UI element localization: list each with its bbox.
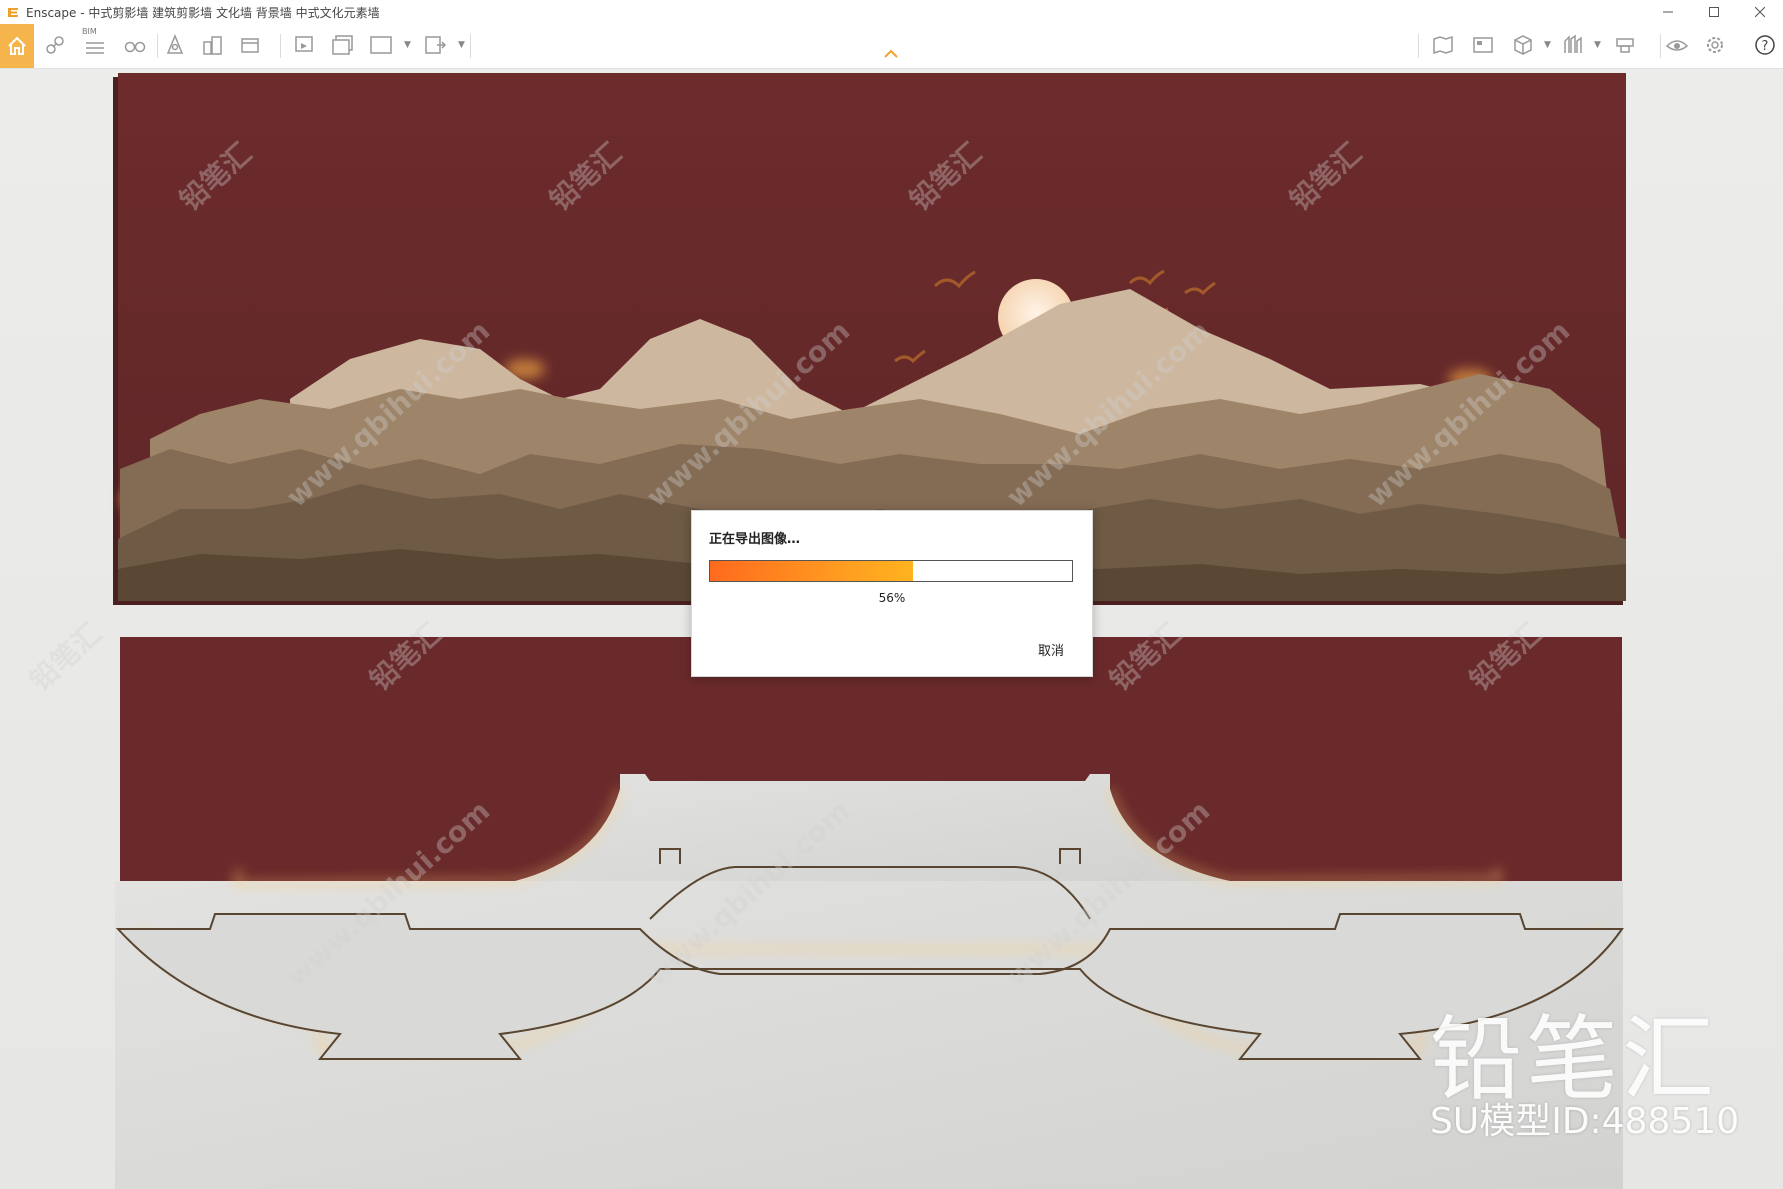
title-bar: Enscape - 中式剪影墙 建筑剪影墙 文化墙 背景墙 中式文化元素墙 [0,0,1783,24]
video-editor-button[interactable] [236,30,266,60]
settings-button[interactable] [1700,30,1730,60]
screenshot-icon [295,36,313,52]
help-icon: ? [1755,35,1775,55]
dialog-title: 正在导出图像… [709,532,801,547]
minimize-button[interactable] [1645,0,1691,24]
render-image-button[interactable] [290,30,320,60]
progress-bar [709,560,1073,582]
site-context-button[interactable] [198,30,228,60]
object-dropdown-icon[interactable]: ▼ [1544,40,1551,50]
link-icon [46,36,64,54]
panorama-dropdown-icon[interactable]: ▼ [404,40,411,50]
asset-library-button[interactable] [1468,30,1498,60]
maximize-icon [1709,7,1719,17]
bim-list-button[interactable] [80,30,110,60]
progress-percentage: 56% [878,591,906,605]
film-icon [241,38,259,53]
home-icon [8,36,26,55]
enscape-logo-icon [8,8,18,17]
hat-icon [1616,38,1634,53]
panorama-button[interactable] [368,30,398,60]
object-button[interactable] [1508,30,1538,60]
settings-icon [1707,37,1723,53]
sync-button[interactable] [1610,30,1640,60]
cancel-button[interactable]: 取消 [1030,637,1072,662]
batch-render-button[interactable] [328,30,358,60]
export-progress-dialog: 正在导出图像… 56% 取消 [691,510,1093,677]
material-icon [1564,34,1582,53]
link-button[interactable] [40,30,70,60]
panorama-360-icon [370,36,392,54]
minimize-icon [1663,11,1673,13]
binoculars-icon [124,41,146,53]
export-dropdown-icon[interactable]: ▼ [458,40,465,50]
progress-fill [710,561,913,581]
help-label: ? [1762,39,1769,54]
map-button[interactable] [1428,30,1458,60]
maximize-button[interactable] [1691,0,1737,24]
material-dropdown-icon[interactable]: ▼ [1594,40,1601,50]
view-management-button[interactable] [160,30,190,60]
cube-icon [1514,35,1532,55]
material-button[interactable] [1558,30,1588,60]
walk-mode-button[interactable] [120,30,150,60]
map-icon [1433,35,1453,55]
window-title: Enscape - 中式剪影墙 建筑剪影墙 文化墙 背景墙 中式文化元素墙 [26,5,380,20]
close-button[interactable] [1737,0,1783,24]
help-button[interactable]: ? [1750,30,1780,60]
batch-render-icon [332,35,353,55]
export-exe-button[interactable] [420,30,450,60]
home-button[interactable] [0,24,34,68]
map-pin-icon [166,34,184,54]
view-settings-button[interactable] [1662,30,1692,60]
asset-library-icon [1473,37,1493,53]
close-icon [1755,7,1765,17]
bottom-mural-panel [115,637,1624,1189]
model-id-watermark: SU模型ID:488510 [1430,1101,1740,1142]
buildings-icon [203,36,222,55]
export-exe-icon [425,36,447,54]
view-icon [1665,40,1689,51]
bim-list-icon [86,42,104,54]
collapse-toolbar-icon[interactable] [883,47,899,59]
